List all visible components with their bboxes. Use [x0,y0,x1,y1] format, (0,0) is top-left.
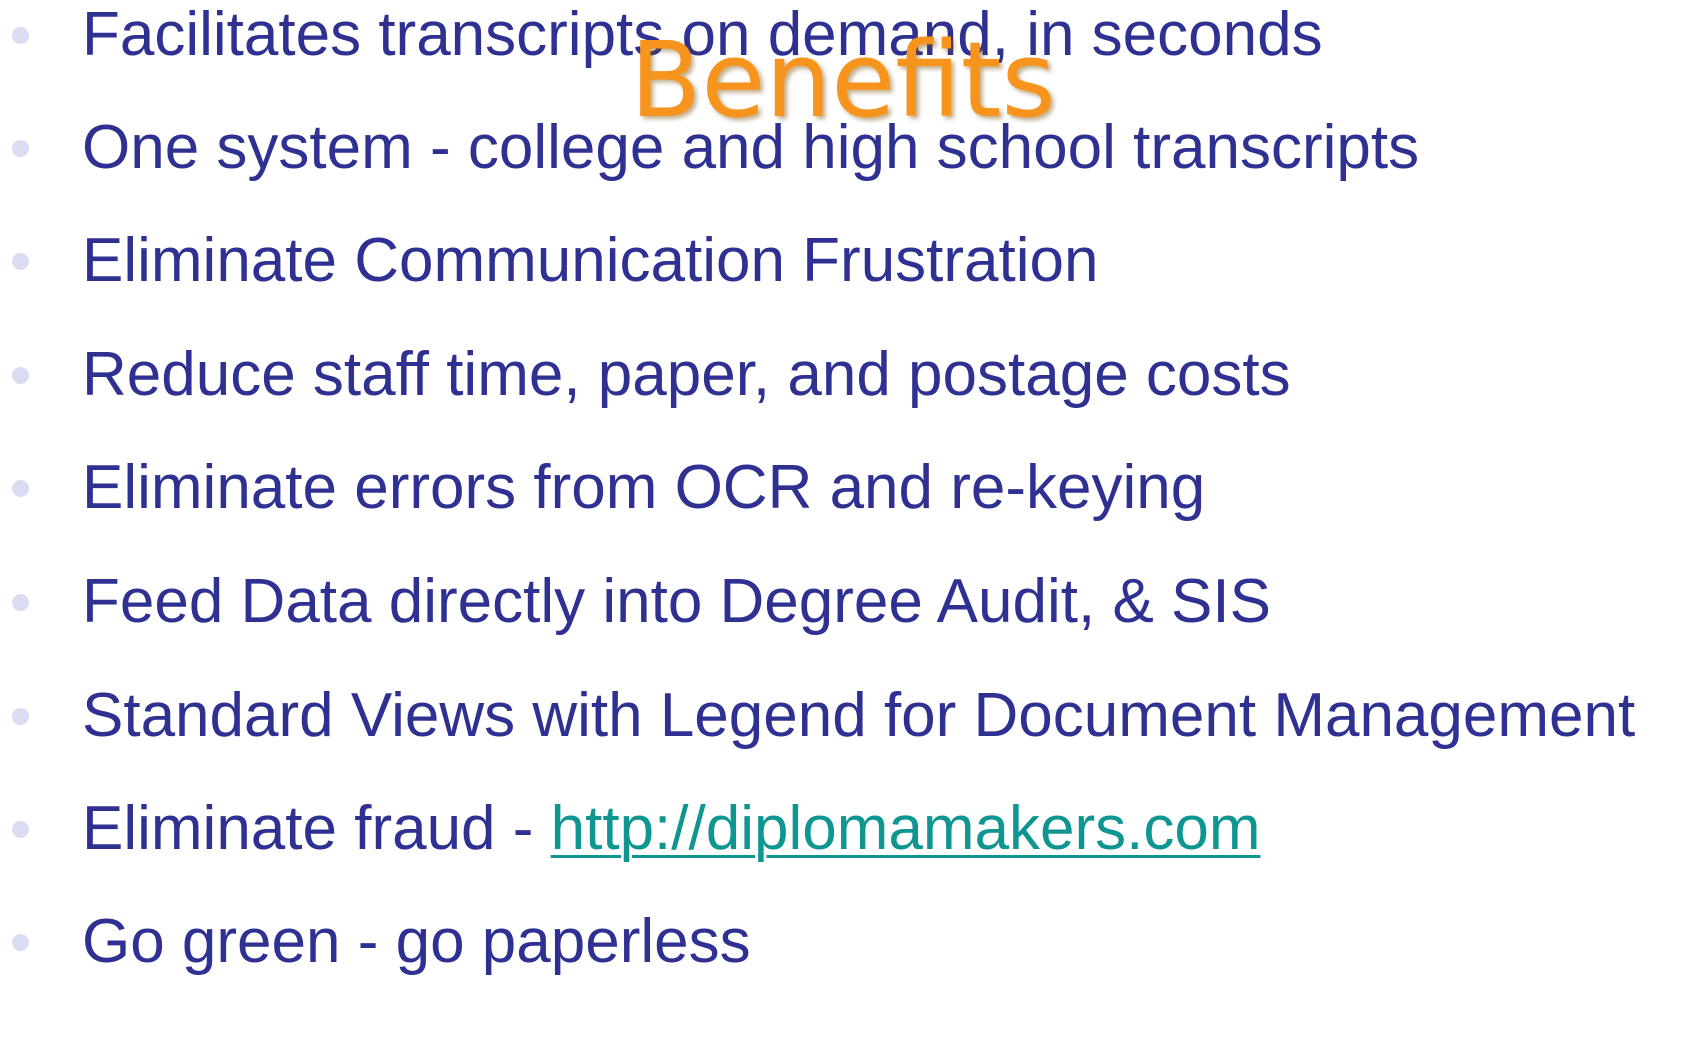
bullet-dot-icon [12,367,29,384]
bullet-dot-icon [12,27,29,44]
bullet-text: Reduce staff time, paper, and postage co… [82,340,1291,409]
bullet-text: Standard Views with Legend for Document … [82,681,1636,750]
bullet-text: Feed Data directly into Degree Audit, & … [82,567,1271,636]
slide-title: Benefits [630,19,1056,141]
bullet-text: Eliminate Communication Frustration [82,226,1099,295]
bullet-dot-icon [12,253,29,270]
bullet-dot-icon [12,821,29,838]
bullet-text: Eliminate fraud - http://diplomamakers.c… [82,798,1260,860]
diplomamakers-link[interactable]: http://diplomamakers.com [551,794,1261,863]
bullet-dot-icon [12,594,29,611]
bullet-text-prefix: Eliminate fraud - [82,794,551,863]
bullet-dot-icon [12,708,29,725]
bullet-text: Go green - go paperless [82,907,751,976]
bullet-dot-icon [12,480,29,497]
bullet-dot-icon [12,140,29,157]
bullet-dot-icon [12,934,29,951]
bullet-text: Eliminate errors from OCR and re-keying [82,453,1206,522]
slide: Benefits Facilitates transcripts on dema… [0,0,1702,1053]
